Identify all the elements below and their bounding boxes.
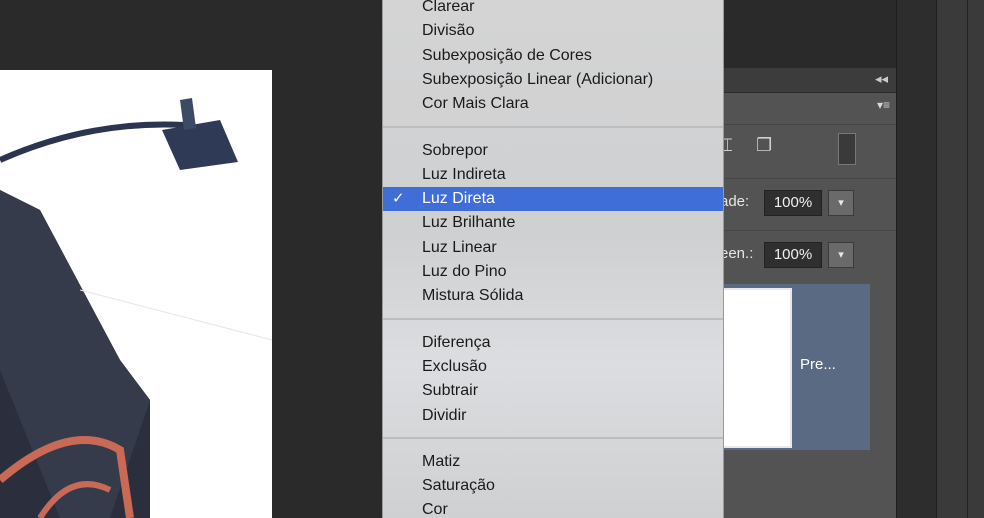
- menu-item-label: Diferença: [422, 333, 491, 351]
- menu-item-label: Luz Direta: [422, 190, 495, 208]
- menu-item-label: Luz Brilhante: [422, 214, 516, 232]
- menu-item-cor[interactable]: Cor: [383, 498, 723, 518]
- menu-item-label: Sobrepor: [422, 141, 488, 159]
- fill-field[interactable]: 100%: [764, 242, 822, 268]
- menu-separator: [383, 436, 723, 439]
- menu-separator: [383, 317, 723, 320]
- menu-item-label: Luz Indireta: [422, 165, 506, 183]
- menu-item-matiz[interactable]: Matiz: [383, 450, 723, 474]
- checkmark-icon: ✓: [392, 190, 405, 208]
- opacity-label: ade:: [720, 193, 750, 210]
- menu-item-diferenca[interactable]: Diferença: [383, 331, 723, 355]
- panel-title-bar: ◂◂: [720, 68, 896, 93]
- menu-item-label: Cor Mais Clara: [422, 95, 529, 113]
- blend-mode-menu: Clarear Divisão Subexposição de Cores Subex…: [382, 0, 724, 518]
- menu-item-label: Luz do Pino: [422, 263, 507, 280]
- menu-item-exclusao[interactable]: Exclusão: [383, 355, 723, 379]
- panel-dock: [896, 0, 937, 518]
- streetlight-photo: [0, 98, 272, 518]
- menu-item-label: Subtrair: [422, 382, 479, 400]
- filter-toggle-icon[interactable]: [838, 133, 856, 165]
- menu-item-sobrepor[interactable]: Sobrepor: [383, 139, 723, 163]
- menu-item-luz-do-pino[interactable]: Luz do Pino: [383, 260, 723, 284]
- layer-item[interactable]: Pre...: [720, 284, 870, 450]
- menu-item-label: Cor: [422, 501, 448, 518]
- menu-item-label: Saturação: [422, 477, 495, 495]
- menu-item-divisao[interactable]: Divisão: [383, 19, 723, 43]
- menu-item-label: Subexposição de Cores: [422, 46, 592, 64]
- fill-row: een.: 100% ▾: [720, 230, 896, 277]
- menu-item-saturacao[interactable]: Saturação: [383, 474, 723, 498]
- menu-item-subexposicao-linear-adicionar[interactable]: Subexposição Linear (Adicionar): [383, 68, 723, 92]
- right-edge-toolbar: [936, 0, 984, 518]
- layer-name: Pre...: [800, 356, 836, 373]
- canvas-image[interactable]: [0, 70, 272, 518]
- opacity-row: ade: 100% ▾: [720, 178, 896, 225]
- menu-item-luz-brilhante[interactable]: Luz Brilhante: [383, 211, 723, 235]
- menu-item-label: Luz Linear: [422, 238, 497, 256]
- menu-item-label: Subexposição Linear (Adicionar): [422, 70, 654, 88]
- menu-item-label: Divisão: [422, 22, 475, 40]
- layers-panel: ◂◂ ▾≡ ⌶ ❐ ade: 100% ▾ een.: 100% ▾ Pre..…: [720, 68, 896, 518]
- menu-item-mistura-solida[interactable]: Mistura Sólida: [383, 284, 723, 308]
- menu-item-cor-mais-clara[interactable]: Cor Mais Clara: [383, 92, 723, 116]
- menu-item-label: Matiz: [422, 452, 461, 470]
- menu-item-subexposicao-de-cores[interactable]: Subexposição de Cores: [383, 44, 723, 68]
- menu-item-label: Clarear: [422, 0, 475, 15]
- menu-item-luz-linear[interactable]: Luz Linear: [383, 236, 723, 260]
- menu-item-subtrair[interactable]: Subtrair: [383, 379, 723, 403]
- menu-item-dividir[interactable]: Dividir: [383, 404, 723, 428]
- menu-item-clarear[interactable]: Clarear: [383, 0, 723, 19]
- fill-label: een.:: [720, 245, 754, 262]
- chevron-down-icon[interactable]: ▾: [828, 190, 854, 216]
- opacity-field[interactable]: 100%: [764, 190, 822, 216]
- document-icon[interactable]: ❐: [756, 135, 772, 156]
- menu-separator: [383, 125, 723, 128]
- menu-item-luz-indireta[interactable]: Luz Indireta: [383, 163, 723, 187]
- menu-item-label: Mistura Sólida: [422, 287, 524, 305]
- layer-filter-row: ⌶ ❐: [720, 124, 896, 171]
- menu-item-luz-direta[interactable]: ✓ Luz Direta: [383, 187, 723, 212]
- layer-thumbnail: [720, 288, 792, 448]
- chevron-down-icon[interactable]: ▾: [828, 242, 854, 268]
- menu-item-label: Dividir: [422, 406, 467, 424]
- panel-menu-icon[interactable]: ▾≡: [877, 98, 890, 112]
- menu-item-label: Exclusão: [422, 357, 487, 375]
- collapse-icon[interactable]: ◂◂: [875, 71, 888, 87]
